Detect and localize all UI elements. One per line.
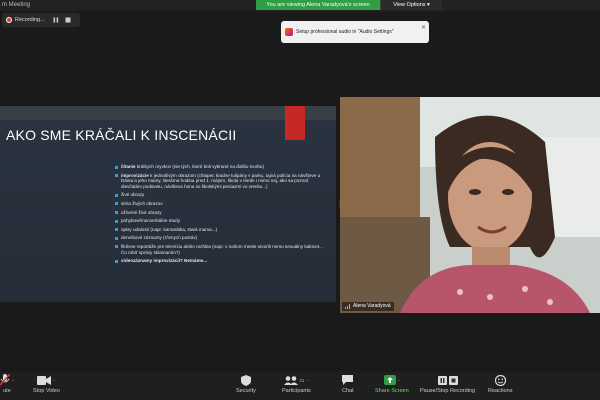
signal-bars-icon (345, 304, 350, 309)
share-screen-button[interactable]: ^ Share Screen (375, 374, 409, 394)
microphone-muted-icon (0, 374, 10, 386)
pause-stop-recording-button[interactable]: Pause/Stop Recording (420, 374, 475, 394)
audio-settings-toast[interactable]: Setup professional audio in "Audio Setti… (281, 21, 429, 43)
list-item: živé obrazy (115, 192, 327, 198)
recording-dot-icon (6, 17, 12, 23)
list-item: séria živých obrazov (115, 201, 327, 207)
viewing-screen-label: You are viewing Alena Varadyová's screen (256, 0, 380, 10)
audio-app-icon (285, 28, 293, 36)
slide-bullet-list: čítanie krátkych úryvkov (nie tých, ktor… (115, 164, 327, 267)
view-options-button[interactable]: View Options ▾ (380, 0, 442, 10)
reactions-icon (494, 374, 506, 386)
stop-icon[interactable] (64, 16, 72, 24)
participants-button[interactable]: 21 ^ Participants (282, 374, 311, 394)
chat-button[interactable]: Chat (342, 374, 354, 394)
participant-video[interactable]: Alena Varadyová (340, 97, 600, 313)
list-item: pohybové/nonverbálne etudy (115, 218, 327, 224)
shared-slide: AKO SME KRÁČALI K INSCENÁCII čítanie krá… (0, 106, 336, 302)
list-item: čítanie krátkych úryvkov (nie tých, ktor… (115, 164, 327, 170)
recording-label: Recording... (15, 17, 45, 23)
stop-video-button[interactable]: ^ Stop Video (33, 374, 60, 394)
pause-icon[interactable] (52, 16, 60, 24)
pause-stop-recording-icon (437, 375, 458, 385)
slide-accent-bar (285, 106, 305, 140)
list-item: opisy udalostí (napr. kamarátka, stará m… (115, 227, 327, 233)
mute-button[interactable]: ^ ute (0, 374, 14, 394)
video-camera-icon (37, 375, 52, 385)
window-title: m Meeting (2, 2, 31, 8)
participant-name: Alena Varadyová (353, 303, 391, 309)
slide-title: AKO SME KRÁČALI K INSCENÁCII (6, 127, 237, 143)
chat-icon (342, 375, 354, 385)
list-item: fiktívne reportáže pre televíziu alebo r… (115, 244, 327, 255)
audio-settings-link[interactable]: "Audio Settings" (358, 29, 394, 35)
list-item: improvizácie k jednotlivým obrazom (chla… (115, 173, 327, 190)
list-item: denníkové záznamy (rôznych postáv) (115, 235, 327, 241)
shield-icon (240, 374, 251, 386)
reactions-button[interactable]: Reactions (488, 374, 512, 394)
recording-indicator: Recording... (2, 13, 80, 27)
toast-text: Setup professional audio in (296, 29, 358, 35)
meeting-toolbar: ^ ute ^ Stop Video Security 21 ^ Particip… (0, 372, 600, 400)
title-bar: m Meeting You are viewing Alena Varadyov… (0, 0, 600, 11)
screen-share-banner: You are viewing Alena Varadyová's screen… (256, 0, 442, 10)
share-screen-icon (383, 375, 396, 385)
security-button[interactable]: Security (236, 374, 256, 394)
list-item: videozáznamy improvizácií? Nemáme... (115, 258, 327, 264)
zoom-meeting-window: m Meeting You are viewing Alena Varadyov… (0, 0, 600, 400)
participant-name-tag: Alena Varadyová (342, 302, 394, 311)
participants-icon (284, 375, 299, 385)
close-icon[interactable]: ✕ (421, 24, 426, 31)
participant-video-image (340, 97, 600, 313)
list-item: ožívené živé obrazy (115, 210, 327, 216)
